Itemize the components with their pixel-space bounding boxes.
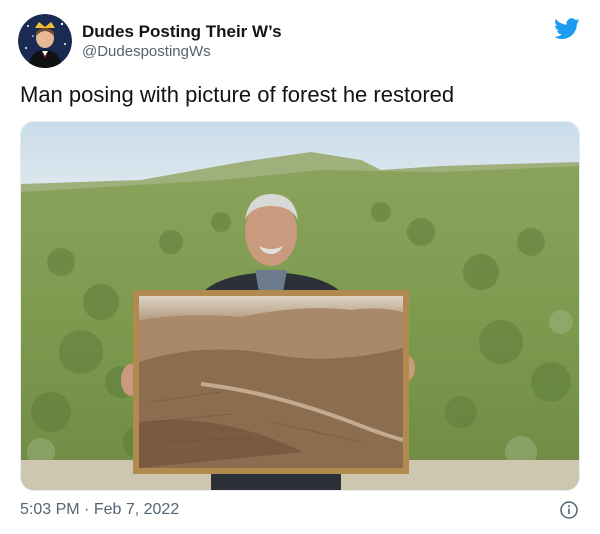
info-icon[interactable] (560, 501, 578, 519)
tweet-text: Man posing with picture of forest he res… (20, 82, 455, 107)
timestamp-separator: · (84, 501, 90, 518)
photo-man-with-forest-picture (21, 122, 579, 490)
author-names: Dudes Posting Their W’s @DudespostingWs (82, 21, 282, 62)
tweet-date: Feb 7, 2022 (93, 501, 180, 518)
tweet-card: Dudes Posting Their W’s @DudespostingWs … (0, 0, 600, 534)
tweet-photo[interactable] (20, 121, 580, 491)
tweet-timestamp[interactable]: 5:03 PM · Feb 7, 2022 (20, 500, 179, 520)
avatar[interactable] (18, 14, 72, 68)
tweet-header: Dudes Posting Their W’s @DudespostingWs (18, 14, 282, 68)
tweet-time: 5:03 PM (20, 501, 80, 518)
twitter-bird-icon[interactable] (554, 18, 580, 40)
display-name[interactable]: Dudes Posting Their W’s (82, 21, 282, 42)
handle[interactable]: @DudespostingWs (82, 42, 282, 62)
